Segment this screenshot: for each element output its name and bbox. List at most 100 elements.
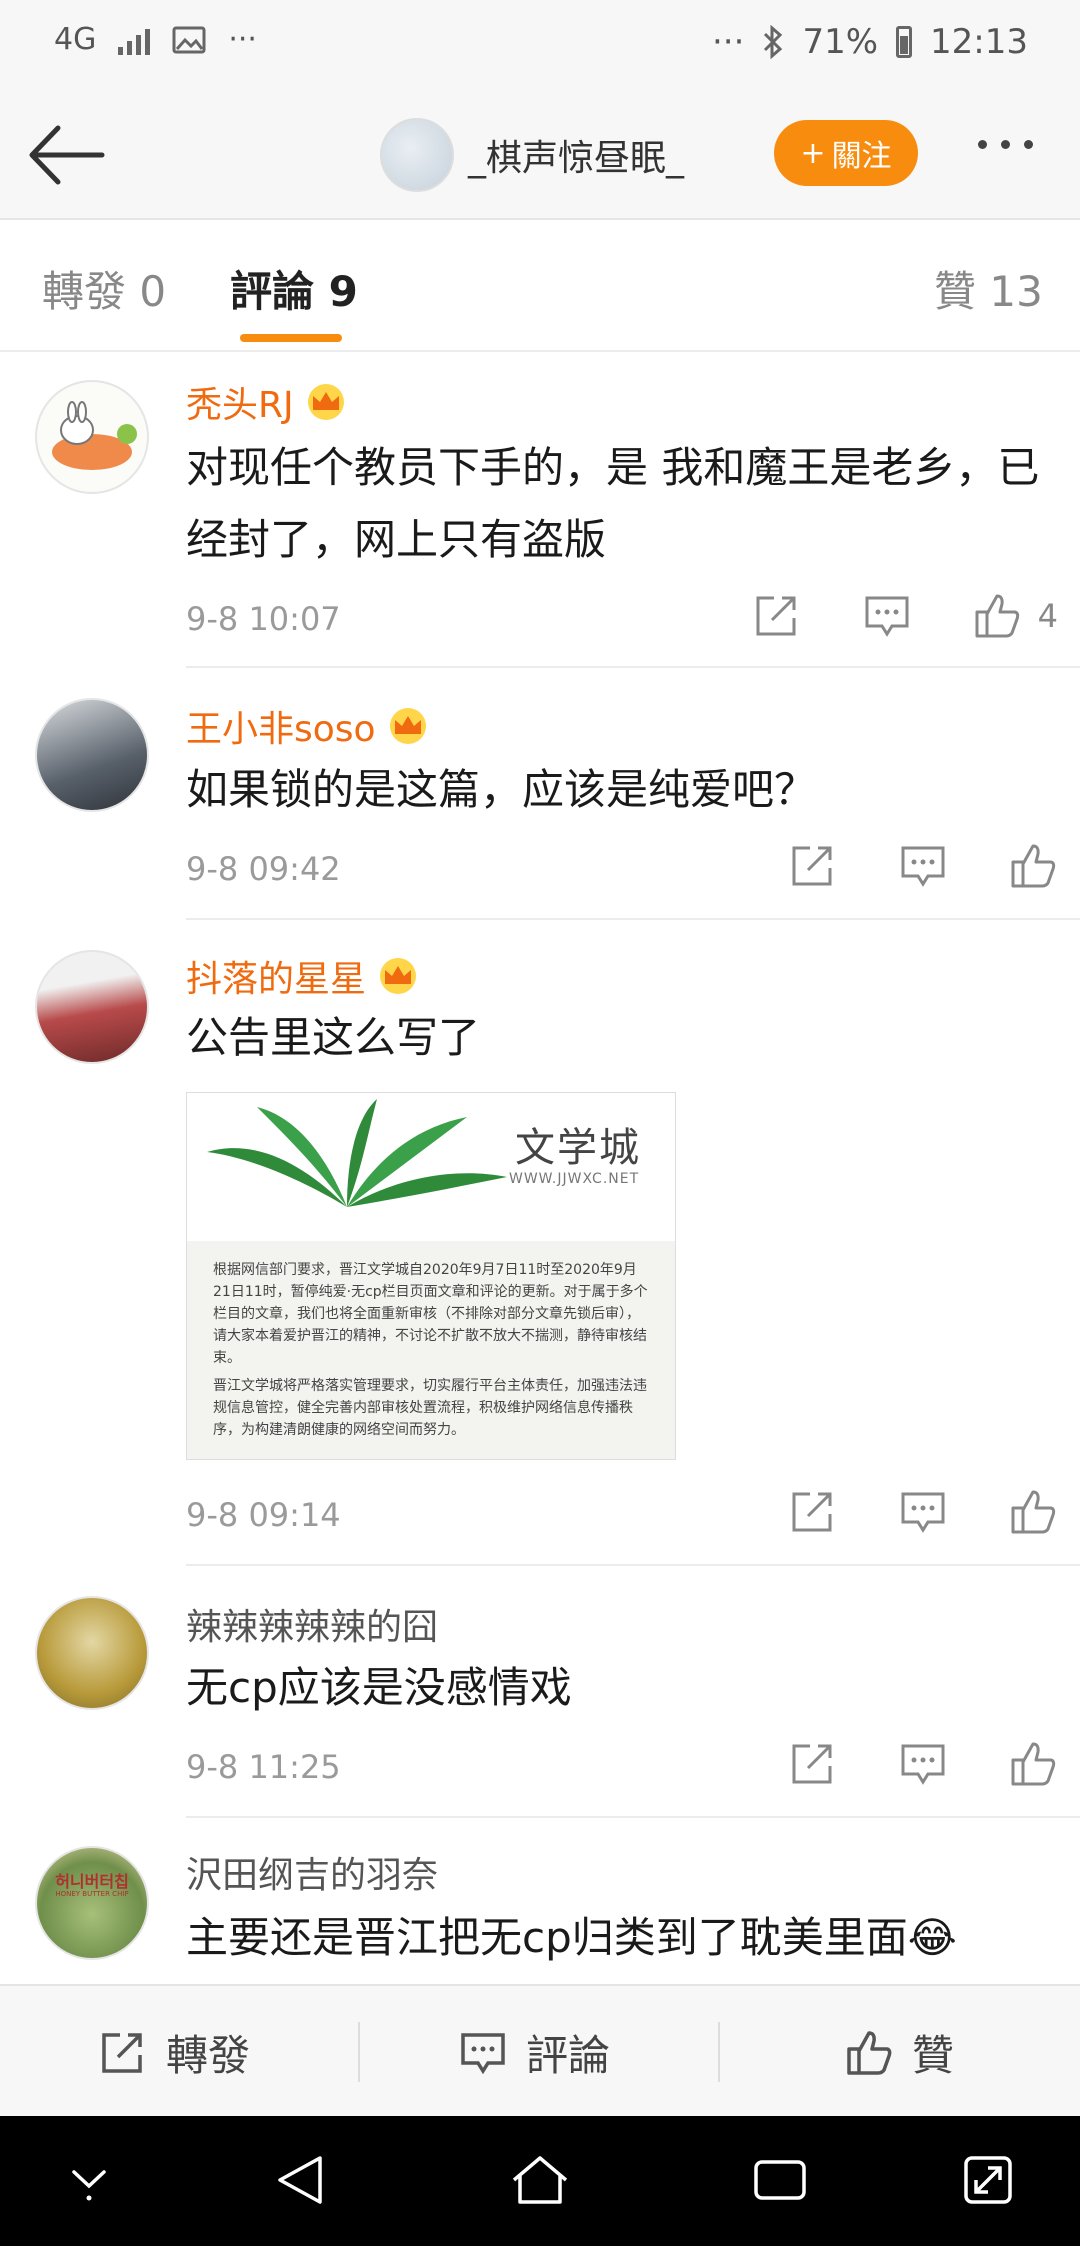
hide-keyboard-icon[interactable]: [66, 2152, 112, 2208]
reply-icon[interactable]: [862, 592, 912, 640]
more-options-icon[interactable]: [978, 140, 1033, 149]
like-icon[interactable]: [1008, 1488, 1058, 1536]
tab-bar: 轉發 0 評論 9 贊 13: [0, 220, 1080, 352]
like-icon[interactable]: [1008, 842, 1058, 890]
back-button[interactable]: [28, 120, 108, 190]
comment-text: 主要还是晋江把无cp归类到了耽美里面😂: [186, 1913, 957, 1962]
commenter-name[interactable]: 辣辣辣辣辣的囧: [186, 1598, 438, 1650]
fullscreen-icon[interactable]: [960, 2152, 1016, 2208]
tab-repost-label: 轉發: [42, 267, 127, 316]
share-icon[interactable]: [788, 842, 838, 890]
profile-link[interactable]: _棋声惊昼眠_: [380, 118, 684, 192]
comment-time: 9-8 11:25: [186, 1748, 341, 1786]
repost-button[interactable]: 轉發: [98, 2022, 250, 2083]
follow-button[interactable]: + 關注: [774, 120, 918, 186]
recent-apps-icon[interactable]: [750, 2152, 810, 2208]
comment-text: 公告里这么写了: [186, 1013, 481, 1062]
share-icon[interactable]: [788, 1488, 838, 1536]
announcement-text: 根据网信部门要求，晋江文学城自2020年9月7日11时至2020年9月21日11…: [187, 1241, 675, 1459]
battery-icon: [896, 26, 913, 58]
username: _棋声惊昼眠_: [468, 138, 685, 179]
commenter-name[interactable]: 沢田纲吉的羽奈: [186, 1846, 438, 1898]
divider: [186, 1816, 1080, 1818]
tab-likes-count: 13: [989, 267, 1043, 316]
tab-comments-label: 評論: [230, 267, 315, 316]
commenter-name-text: 辣辣辣辣辣的囧: [186, 1607, 439, 1648]
status-more-left: ···: [228, 22, 257, 57]
divider: [186, 918, 1080, 920]
like-icon[interactable]: [1008, 1740, 1058, 1788]
comment-time: 9-8 10:07: [186, 600, 341, 638]
arrow-left-icon: [29, 125, 105, 185]
like-icon: [847, 2030, 892, 2075]
avatar[interactable]: [35, 698, 149, 812]
avatar[interactable]: [35, 1596, 149, 1710]
logo-url: WWW.JJWXC.NET: [509, 1171, 640, 1187]
share-icon[interactable]: [788, 1740, 838, 1788]
divider: [186, 1564, 1080, 1566]
commenter-name[interactable]: 秃头RJ: [186, 376, 348, 428]
battery-percent: 71%: [802, 22, 879, 62]
repost-label: 轉發: [166, 2031, 251, 2080]
commenter-name[interactable]: 抖落的星星: [186, 950, 420, 1002]
avatar: [380, 118, 454, 192]
announcement-para-1: 根据网信部门要求，晋江文学城自2020年9月7日11时至2020年9月21日11…: [213, 1262, 648, 1366]
avatar-subtext: HONEY BUTTER CHIP: [55, 1890, 129, 1898]
comment-label: 評論: [526, 2031, 611, 2080]
commenter-name-text: 王小非soso: [186, 709, 376, 750]
reply-icon[interactable]: [898, 1740, 948, 1788]
home-nav-icon[interactable]: [508, 2152, 572, 2208]
reply-icon[interactable]: [898, 842, 948, 890]
reply-icon[interactable]: [898, 1488, 948, 1536]
avatar[interactable]: [35, 950, 149, 1064]
tab-comments-count: 9: [328, 267, 358, 316]
logo-text: 文学城: [515, 1125, 641, 1171]
vip-crown-icon: [307, 384, 344, 420]
divider: [186, 666, 1080, 668]
tab-repost-count: 0: [139, 267, 167, 316]
divider: [718, 2022, 720, 2082]
commenter-name-text: 沢田纲吉的羽奈: [186, 1855, 439, 1896]
announcement-para-2: 晋江文学城将严格落实管理要求，切实履行平台主体责任，加强违法违规信息管控，健全完…: [213, 1378, 647, 1438]
clock: 12:13: [930, 22, 1028, 62]
like-button[interactable]: 贊: [844, 2022, 954, 2083]
vip-crown-icon: [389, 708, 426, 744]
comment-text: 无cp应该是没感情戏: [186, 1663, 572, 1712]
comment-text: 对现任个教员下手的，是 我和魔王是老乡，已经封了，网上只有盗版: [186, 443, 1040, 564]
active-tab-indicator: [240, 334, 342, 342]
tab-likes[interactable]: 贊 13: [934, 258, 1043, 319]
commenter-name[interactable]: 王小非soso: [186, 700, 430, 752]
comment-icon: [461, 2032, 505, 2074]
status-bar: 4G ··· ··· 71% 12:13: [0, 0, 1080, 90]
avatar[interactable]: 허니버터칩 HONEY BUTTER CHIP: [35, 1846, 149, 1960]
status-more-right: ···: [712, 22, 745, 62]
like-label: 贊: [912, 2031, 955, 2080]
comment-image[interactable]: 文学城 WWW.JJWXC.NET 根据网信部门要求，晋江文学城自2020年9月…: [186, 1092, 676, 1460]
divider: [358, 2022, 360, 2082]
back-nav-icon[interactable]: [272, 2152, 328, 2208]
share-icon[interactable]: [752, 592, 802, 640]
network-indicator: 4G: [54, 22, 97, 57]
share-icon: [102, 2032, 142, 2073]
avatar[interactable]: [35, 380, 149, 494]
tab-likes-label: 贊: [934, 267, 977, 316]
comment-time: 9-8 09:14: [186, 1496, 341, 1534]
like-count: 4: [1037, 597, 1058, 635]
system-navigation-bar: [0, 2116, 1080, 2246]
avatar-text: 허니버터칩: [55, 1872, 129, 1891]
tab-repost[interactable]: 轉發 0: [42, 258, 166, 319]
vip-crown-icon: [380, 958, 417, 994]
comment-button[interactable]: 評論: [458, 2022, 610, 2083]
jjwxc-logo: 文学城 WWW.JJWXC.NET: [187, 1093, 675, 1241]
image-notification-icon: [172, 26, 206, 53]
comment-text: 如果锁的是这篇，应该是纯爱吧？: [186, 765, 817, 814]
commenter-name-text: 秃头RJ: [186, 385, 294, 426]
commenter-name-text: 抖落的星星: [186, 959, 367, 1000]
bottom-action-bar: 轉發 評論 贊: [0, 1984, 1080, 2118]
comment-time: 9-8 09:42: [186, 850, 341, 888]
like-icon[interactable]: [972, 592, 1022, 640]
signal-icon: [118, 25, 151, 55]
follow-label: 關注: [831, 139, 892, 174]
bluetooth-icon: [764, 25, 783, 59]
tab-comments[interactable]: 評論 9: [230, 258, 358, 319]
